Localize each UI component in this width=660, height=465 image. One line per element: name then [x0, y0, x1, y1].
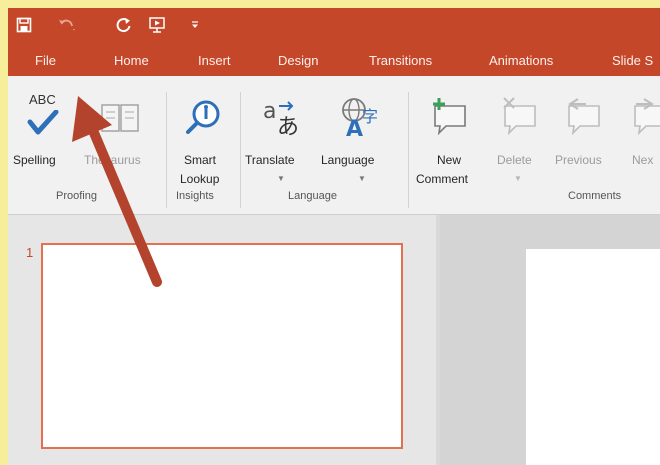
spelling-label: Spelling — [13, 153, 56, 167]
translate-button[interactable]: a あ Translate ▼ — [244, 94, 318, 188]
group-separator — [408, 92, 409, 208]
spelling-check-icon — [27, 110, 59, 135]
smart-lookup-button[interactable]: Smart Lookup — [172, 94, 232, 188]
tab-transitions[interactable]: Transitions — [369, 53, 432, 68]
slide-editing-area — [440, 215, 660, 465]
tab-animations[interactable]: Animations — [489, 53, 553, 68]
delete-comment-button[interactable]: Delete ▼ — [488, 94, 548, 188]
main-slide-canvas[interactable] — [526, 249, 660, 465]
thesaurus-label: Thesaurus — [84, 153, 141, 167]
new-comment-button[interactable]: New Comment — [412, 94, 486, 188]
delete-dropdown-icon[interactable]: ▼ — [514, 174, 522, 183]
language-button[interactable]: A 字 Language ▼ — [320, 94, 400, 188]
translate-label: Translate — [245, 153, 295, 167]
new-comment-label-2: Comment — [416, 172, 469, 186]
translate-dropdown-icon[interactable]: ▼ — [277, 174, 285, 183]
delete-label: Delete — [497, 153, 532, 167]
book-icon — [101, 104, 139, 132]
svg-text:a: a — [263, 99, 276, 124]
group-separator — [166, 92, 167, 208]
redo-icon[interactable] — [114, 13, 134, 37]
spelling-button[interactable]: ABC Spelling — [12, 92, 74, 180]
tab-insert[interactable]: Insert — [198, 53, 231, 68]
save-icon[interactable] — [14, 13, 34, 37]
review-ribbon: ABC Spelling Thesaurus Smart Lookup a あ … — [8, 76, 660, 215]
slide-thumbnails-pane: 1 — [8, 215, 436, 465]
slide-thumbnail[interactable] — [41, 243, 403, 449]
powerpoint-window: File Home Insert Design Transitions Anim… — [8, 8, 660, 465]
new-comment-icon — [433, 98, 466, 136]
svg-text:A: A — [346, 117, 363, 138]
group-label-proofing: Proofing — [56, 190, 97, 202]
svg-text:字: 字 — [362, 107, 378, 126]
svg-text:あ: あ — [277, 115, 299, 138]
previous-comment-icon — [568, 98, 600, 136]
undo-icon[interactable] — [56, 13, 78, 37]
ribbon-tabs: File Home Insert Design Transitions Anim… — [8, 46, 660, 76]
next-comment-icon — [634, 98, 660, 136]
smart-lookup-label-2: Lookup — [180, 172, 220, 186]
tab-home[interactable]: Home — [114, 53, 149, 68]
next-comment-button[interactable]: Nex — [614, 94, 660, 188]
tab-file[interactable]: File — [35, 53, 56, 68]
thesaurus-button[interactable]: Thesaurus — [76, 94, 152, 180]
translate-icon: a あ — [263, 99, 299, 138]
group-separator — [240, 92, 241, 208]
tab-slide-show[interactable]: Slide S — [612, 53, 653, 68]
start-from-beginning-icon[interactable] — [146, 13, 170, 37]
language-dropdown-icon[interactable]: ▼ — [358, 174, 366, 183]
quick-access-toolbar — [8, 8, 660, 46]
next-label: Nex — [632, 153, 654, 167]
language-label: Language — [321, 153, 375, 167]
delete-comment-icon — [503, 97, 536, 136]
new-comment-label-1: New — [437, 153, 462, 167]
group-label-language: Language — [288, 190, 337, 202]
slide-number: 1 — [26, 245, 34, 260]
tab-design[interactable]: Design — [278, 53, 318, 68]
previous-label: Previous — [555, 153, 602, 167]
group-label-comments: Comments — [568, 190, 622, 202]
customize-qat-icon[interactable] — [188, 13, 202, 37]
abc-text: ABC — [29, 92, 56, 107]
smart-lookup-label-1: Smart — [184, 153, 217, 167]
previous-comment-button[interactable]: Previous — [550, 94, 614, 188]
smart-lookup-icon — [186, 100, 220, 134]
language-globe-icon: A 字 — [342, 98, 378, 138]
group-label-insights: Insights — [176, 190, 214, 202]
